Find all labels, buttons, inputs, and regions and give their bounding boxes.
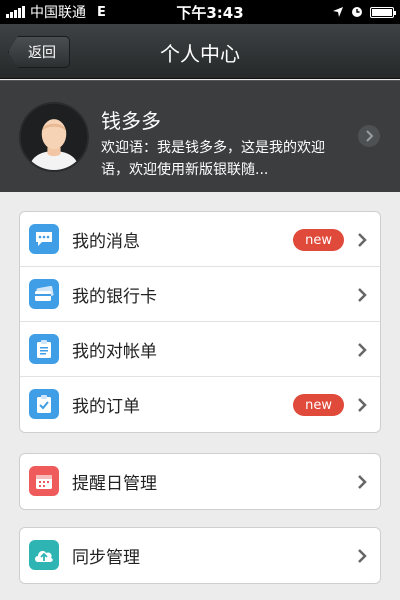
order-icon xyxy=(29,389,59,419)
chevron-right-icon xyxy=(358,343,367,357)
menu-item-sync-management[interactable]: 同步管理 xyxy=(20,528,380,583)
status-bar: 中国联通 E 下午3:43 xyxy=(0,0,400,24)
calendar-icon xyxy=(29,466,59,496)
menu-item-orders[interactable]: 我的订单 new xyxy=(20,377,380,432)
profile-detail-arrow-icon[interactable] xyxy=(358,125,380,147)
avatar[interactable] xyxy=(19,102,89,172)
menu-item-reminder-management[interactable]: 提醒日管理 xyxy=(20,454,380,509)
menu-item-label: 我的对帐单 xyxy=(72,341,157,362)
avatar-person-icon xyxy=(21,104,87,170)
status-time: 下午3:43 xyxy=(176,3,244,22)
new-badge: new xyxy=(293,394,344,416)
menu-item-label: 同步管理 xyxy=(72,548,140,568)
cloud-upload-icon xyxy=(29,540,59,570)
menu-item-label: 我的订单 xyxy=(72,397,140,417)
carrier-name: 中国联通 xyxy=(30,5,86,21)
menu-item-label: 我的消息 xyxy=(72,231,140,252)
battery-icon xyxy=(370,6,396,18)
bank-card-icon xyxy=(29,279,59,309)
profile-greeting: 欢迎语：我是钱多多，这是我的欢迎语，欢迎使用新版银联随... xyxy=(101,140,325,178)
chevron-right-icon xyxy=(358,475,367,489)
navigation-bar: 返回 个人中心 xyxy=(0,24,400,79)
chevron-right-icon xyxy=(358,233,367,247)
chevron-right-icon xyxy=(358,288,367,302)
profile-header[interactable]: 钱多多 欢迎语：我是钱多多，这是我的欢迎语，欢迎使用新版银联随... xyxy=(0,80,400,192)
menu-group-main: 我的消息 new 我的银行卡 我的对帐单 我的订单 new xyxy=(19,211,381,433)
statement-icon xyxy=(29,334,59,364)
chevron-right-icon xyxy=(358,398,367,412)
alarm-clock-icon xyxy=(352,7,362,17)
menu-group-reminders: 提醒日管理 xyxy=(19,453,381,510)
menu-group-sync: 同步管理 xyxy=(19,527,381,584)
menu-item-label: 提醒日管理 xyxy=(72,474,157,494)
profile-name: 钱多多 xyxy=(101,109,161,133)
menu-item-label: 我的银行卡 xyxy=(72,286,157,307)
network-type: E xyxy=(97,4,106,20)
message-icon xyxy=(29,224,59,254)
chevron-right-icon xyxy=(358,549,367,563)
page-title: 个人中心 xyxy=(160,42,240,66)
menu-item-statements[interactable]: 我的对帐单 xyxy=(20,322,380,377)
menu-item-messages[interactable]: 我的消息 new xyxy=(20,212,380,267)
menu-item-bank-cards[interactable]: 我的银行卡 xyxy=(20,267,380,322)
location-arrow-icon xyxy=(333,7,343,17)
new-badge: new xyxy=(293,229,344,251)
signal-strength-icon xyxy=(6,6,25,18)
